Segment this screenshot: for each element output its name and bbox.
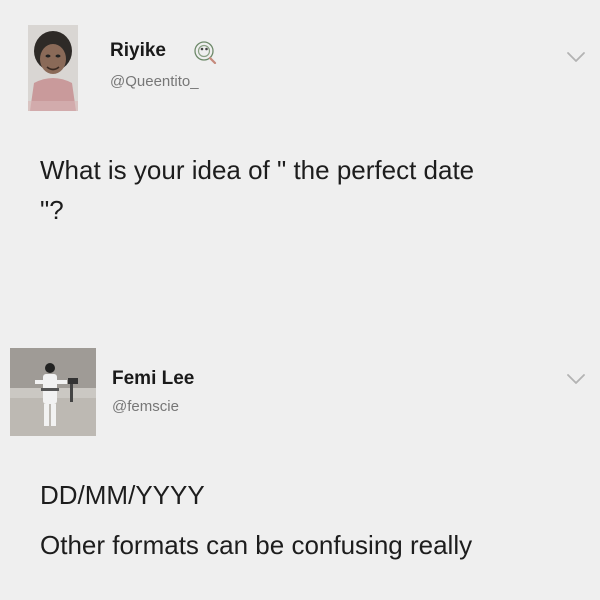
avatar[interactable] — [10, 348, 96, 436]
tweet-card: Riyike @Queentito_ What is your idea of … — [0, 0, 600, 330]
tweet-text-line: "? — [40, 195, 64, 225]
tweet-text-line: DD/MM/YYYY — [40, 480, 205, 510]
author-handle[interactable]: @femscie — [112, 398, 179, 415]
emoji-badge-icon — [194, 41, 217, 64]
chevron-down-icon[interactable] — [566, 50, 586, 64]
author-name[interactable]: Riyike — [110, 40, 166, 62]
chevron-down-icon[interactable] — [566, 372, 586, 386]
tweet-text-line: What is your idea of " the perfect date — [40, 155, 475, 185]
author-name[interactable]: Femi Lee — [112, 368, 194, 390]
tweet-text-line: Other formats can be confusing really — [40, 530, 473, 560]
avatar[interactable] — [28, 25, 78, 111]
author-handle[interactable]: @Queentito_ — [110, 73, 199, 90]
reply-tweet-card: Femi Lee @femscie DD/MM/YYYY Other forma… — [0, 330, 600, 600]
